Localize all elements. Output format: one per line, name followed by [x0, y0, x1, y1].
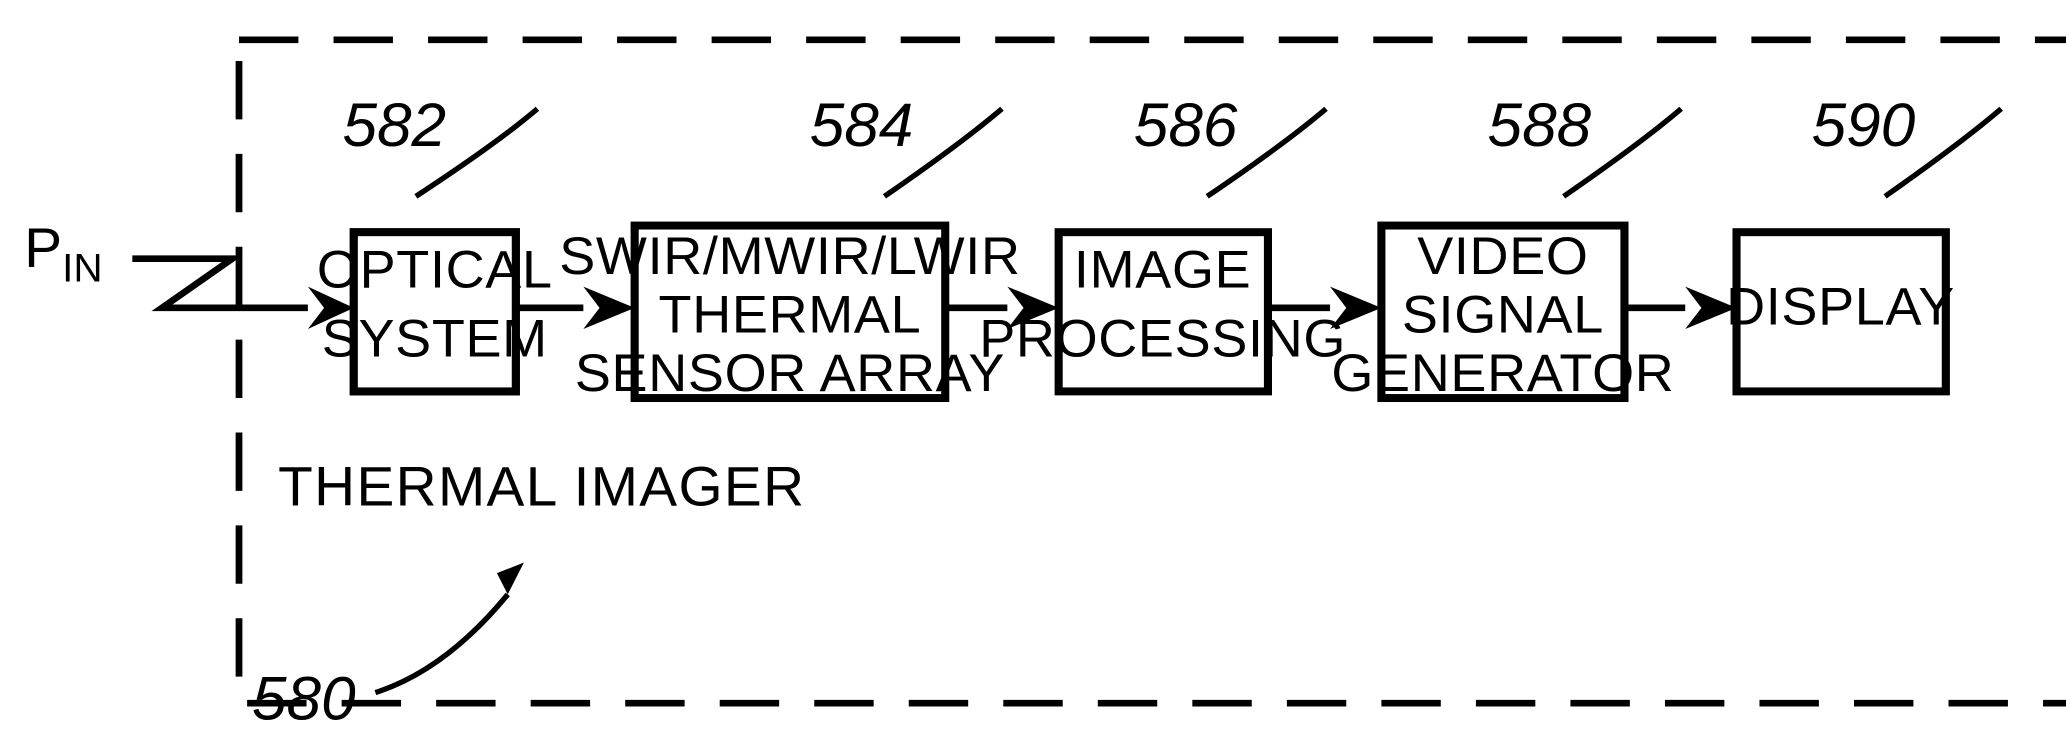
- reference-580: 580: [252, 665, 356, 733]
- thermal-sensor-array-line-3: SENSOR ARRAY: [575, 344, 1005, 402]
- optical-system-line-2: SYSTEM: [322, 310, 548, 368]
- reference-582: 582: [342, 92, 446, 160]
- curved-arrow-icon: [374, 562, 524, 696]
- video-signal-generator-line-1: VIDEO: [1417, 227, 1588, 285]
- input-signal-label: PIN: [24, 216, 102, 290]
- reference-584: 584: [810, 92, 914, 160]
- display-line-1: DISPLAY: [1726, 278, 1955, 336]
- video-signal-generator-line-2: SIGNAL: [1402, 286, 1604, 344]
- image-processing-line-2: PROCESSING: [979, 310, 1346, 368]
- thermal-sensor-array-line-2: THERMAL: [659, 286, 922, 344]
- connector-videogen-to-display: [1624, 286, 1737, 330]
- video-signal-generator-line-3: GENERATOR: [1331, 344, 1674, 402]
- reference-588: 588: [1488, 92, 1592, 160]
- optical-system-line-1: OPTICAL: [317, 241, 553, 299]
- thermal-sensor-array-line-1: SWIR/MWIR/LWIR: [559, 227, 1020, 285]
- patent-figure: PIN OPTICAL SYSTEM 582 SWIR/MWIR/LWIR TH…: [0, 0, 2066, 743]
- thermal-imager-label: THERMAL IMAGER: [278, 455, 805, 517]
- reference-590: 590: [1812, 92, 1916, 160]
- image-processing-line-1: IMAGE: [1074, 241, 1251, 299]
- reference-586: 586: [1134, 92, 1238, 160]
